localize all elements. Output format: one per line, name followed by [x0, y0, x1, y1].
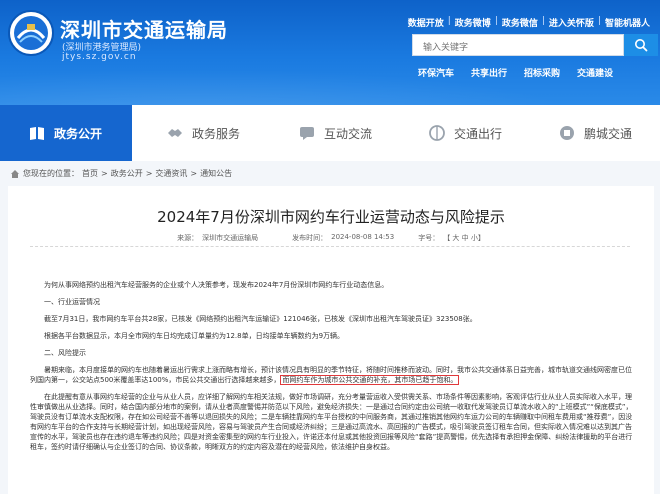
home-icon — [11, 169, 19, 178]
nav-label: 互动交流 — [324, 126, 373, 141]
top-link-open-data[interactable]: 数据开放 — [404, 16, 448, 29]
font-size-options[interactable]: 【 大 中 小】 — [443, 233, 485, 243]
paragraph-operations-2: 根据各平台数据显示，本月全市网约车日均完成订单量约为12.8单，日均接单车辆数约… — [44, 332, 345, 340]
paragraph-risk-2: 在此提醒有意从事网约车经营的企业与从业人员，应详细了解网约车相关法规，做好市场调… — [30, 393, 633, 451]
site-title[interactable]: 深圳市交通运输局 — [60, 14, 228, 43]
chat-icon — [300, 127, 314, 140]
source-label: 来源： — [177, 234, 199, 242]
quick-link-eco-car[interactable]: 环保汽车 — [418, 66, 454, 79]
source-value: 深圳市交通运输局 — [202, 234, 259, 242]
breadcrumb: 您现在的位置： 首页 > 政务公开 > 交通资讯 > 通知公告 — [10, 168, 235, 179]
road-icon — [429, 125, 445, 141]
date-value: 2024-08-08 14:53 — [331, 233, 395, 241]
article-panel: 2024年7月份深圳市网约车行业运营动态与风险提示 来源： 深圳市交通运输局 发… — [8, 186, 654, 494]
font-size-label: 字号： — [418, 234, 440, 242]
quick-link-shared-travel[interactable]: 共享出行 — [471, 66, 507, 79]
nav-label: 政务服务 — [192, 126, 241, 141]
main-nav: 政务公开 政务服务 互动交流 交通出行 鹏城交通 — [0, 105, 660, 161]
breadcrumb-sep: > — [101, 169, 108, 178]
nav-item-gov-service[interactable]: 政务服务 — [166, 105, 276, 161]
nav-item-pengcheng[interactable]: 鹏城交通 — [558, 105, 658, 161]
nav-label: 鹏城交通 — [584, 126, 633, 141]
breadcrumb-home[interactable]: 首页 — [82, 168, 98, 179]
top-link-robot[interactable]: 智能机器人 — [601, 16, 654, 29]
article-meta: 来源： 深圳市交通运输局 发布时间： 2024-08-08 14:53 字号： … — [8, 233, 654, 243]
search-icon — [635, 39, 648, 52]
breadcrumb-notices[interactable]: 通知公告 — [200, 168, 232, 179]
breadcrumb-news[interactable]: 交通资讯 — [155, 168, 187, 179]
paragraph-intro: 为何从事网络预约出租汽车经营服务的企业或个人决策参考，现发布2024年7月份深圳… — [44, 281, 389, 289]
paragraph-risk-1: 暑期来临，本月度接单的网约车也随着暑运出行需求上涨而略有增长，预计该情况具有明显… — [30, 365, 636, 385]
site-header: 深圳市交通运输局 (深圳市港务管理局) jtys.sz.gov.cn 数据开放 … — [0, 0, 660, 105]
date-label: 发布时间： — [292, 234, 328, 242]
top-link-weibo[interactable]: 政务微博 — [451, 16, 495, 29]
nav-item-interaction[interactable]: 互动交流 — [298, 105, 408, 161]
quick-link-construction[interactable]: 交通建设 — [577, 66, 613, 79]
nav-label: 交通出行 — [454, 126, 503, 141]
top-links: 数据开放 | 政务微博 | 政务微信 | 进入关怀版 | 智能机器人 — [404, 16, 654, 29]
section-heading-operations: 一、行业运营情况 — [44, 298, 100, 306]
book-icon — [30, 127, 44, 140]
breadcrumb-gov-open[interactable]: 政务公开 — [111, 168, 143, 179]
article-body: 为何从事网络预约出租汽车经营服务的企业或个人决策参考，现发布2024年7月份深圳… — [30, 280, 636, 459]
section-heading-risk: 二、风险提示 — [44, 349, 86, 357]
handshake-icon — [168, 129, 182, 137]
search-box — [412, 34, 624, 58]
article-title: 2024年7月份深圳市网约车行业运营动态与风险提示 — [157, 208, 505, 226]
highlighted-text: 而网约车作为城市公共交通的补充，其市场已趋于饱和。 — [280, 375, 460, 385]
nav-item-gov-open[interactable]: 政务公开 — [0, 105, 132, 161]
paragraph-operations-1: 截至7月31日，我市网约车平台共28家，已核发《网络预约出租汽车运输证》1210… — [44, 315, 477, 323]
emblem-logo-icon[interactable] — [6, 8, 56, 58]
top-link-care-mode[interactable]: 进入关怀版 — [545, 16, 598, 29]
nav-item-travel[interactable]: 交通出行 — [428, 105, 538, 161]
quick-link-procurement[interactable]: 招标采购 — [524, 66, 560, 79]
search-button[interactable] — [624, 34, 658, 56]
building-icon — [560, 126, 574, 140]
quick-links: 环保汽车 共享出行 招标采购 交通建设 — [418, 66, 630, 79]
breadcrumb-sep: > — [145, 169, 153, 178]
breadcrumb-prefix: 您现在的位置： — [23, 169, 79, 178]
search-input[interactable] — [413, 38, 623, 58]
nav-label: 政务公开 — [54, 126, 103, 141]
breadcrumb-sep: > — [190, 169, 198, 178]
site-domain: jtys.sz.gov.cn — [62, 52, 137, 62]
top-link-wechat[interactable]: 政务微信 — [498, 16, 542, 29]
meta-divider — [30, 246, 630, 247]
